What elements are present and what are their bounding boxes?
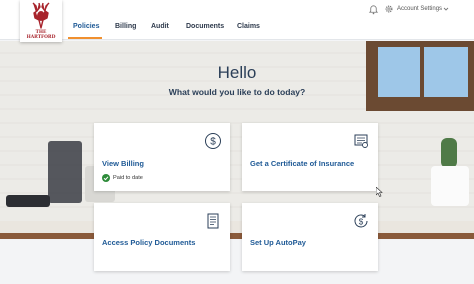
hero-section: Hello What would you like to do today? $… [0, 41, 474, 284]
card-title-autopay: Set Up AutoPay [250, 238, 306, 247]
card-title-certificate: Get a Certificate of Insurance [250, 159, 355, 168]
dollar-circle-icon: $ [205, 133, 221, 149]
autopay-dollar-icon: $ [354, 214, 368, 228]
tab-audit[interactable]: Audit [151, 23, 169, 30]
certificate-icon [354, 134, 368, 148]
document-icon [207, 213, 219, 229]
logo-text-hartford: HARTFORD [26, 34, 56, 40]
tab-documents[interactable]: Documents [186, 23, 224, 30]
logo-wordmark: THE HARTFORD [20, 30, 62, 40]
active-tab-indicator [68, 37, 102, 39]
greeting-heading: Hello [217, 63, 257, 82]
stag-logo-icon [32, 2, 50, 29]
svg-text:$: $ [359, 217, 364, 226]
billing-status: Paid to date [113, 175, 143, 181]
pencil-cup-image [48, 141, 82, 203]
bell-icon[interactable] [368, 4, 379, 15]
gear-icon[interactable] [384, 4, 394, 14]
hartford-logo[interactable]: THE HARTFORD [20, 0, 62, 42]
card-title-view-billing: View Billing [102, 159, 144, 168]
svg-text:$: $ [210, 137, 216, 148]
tab-billing[interactable]: Billing [115, 23, 136, 30]
cactus-image [441, 138, 457, 168]
prompt-subheading: What would you like to do today? [168, 87, 306, 97]
card-title-policy-documents: Access Policy Documents [102, 238, 196, 247]
phone-image [6, 195, 50, 207]
mouse-cursor-icon [376, 187, 383, 197]
card-certificate-of-insurance[interactable]: Get a Certificate of Insurance [242, 123, 378, 191]
cactus-pot-image [431, 166, 469, 206]
card-access-policy-documents[interactable]: Access Policy Documents [94, 203, 230, 271]
lower-background [0, 239, 474, 284]
top-navigation-bar: THE HARTFORD Policies Billing Audit Docu… [0, 0, 474, 42]
account-settings-link[interactable]: Account Settings [397, 6, 442, 12]
card-view-billing[interactable]: $ View Billing Paid to date [94, 123, 230, 191]
tab-claims[interactable]: Claims [237, 23, 260, 30]
tab-policies[interactable]: Policies [73, 23, 99, 30]
chevron-down-icon[interactable] [443, 6, 449, 12]
check-circle-icon [102, 174, 110, 182]
card-set-up-autopay[interactable]: $ Set Up AutoPay [242, 203, 378, 271]
